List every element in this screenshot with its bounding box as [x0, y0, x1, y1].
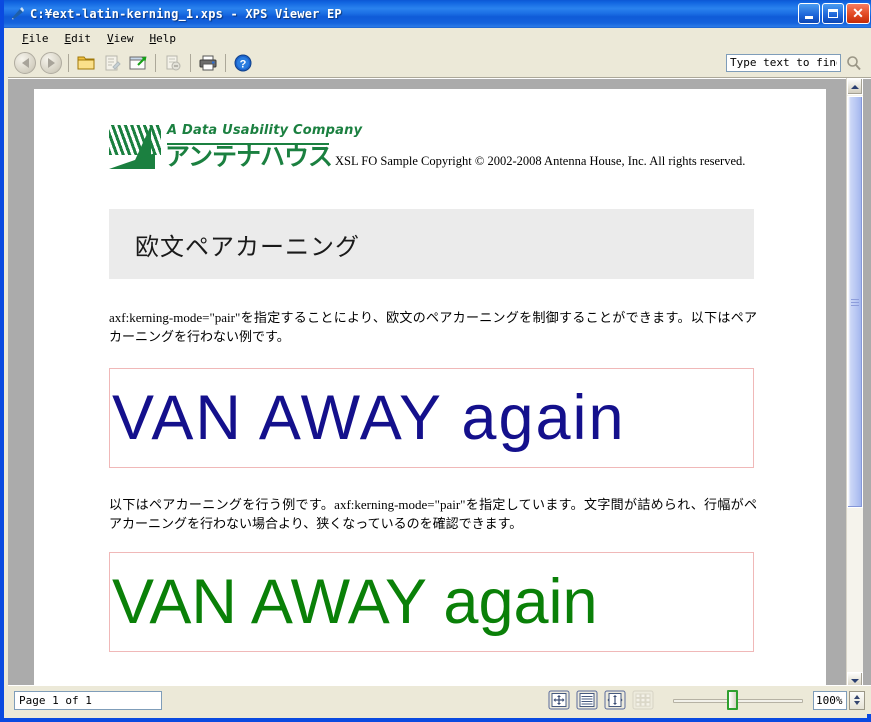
folder-icon	[77, 56, 95, 70]
paragraph-2: 以下はペアカーニングを行う例です。axf:kerning-mode="pair"…	[109, 497, 757, 531]
zoom-level-field[interactable]	[813, 690, 847, 710]
print-button[interactable]	[196, 52, 220, 75]
caret-up-icon	[851, 84, 859, 89]
status-bar	[8, 685, 871, 714]
maximize-icon	[828, 9, 838, 18]
logo-tagline: A Data Usability Company	[167, 123, 363, 138]
scroll-thumb-grip-icon	[851, 298, 859, 306]
fit-height-icon	[604, 690, 626, 710]
toolbar-separator	[68, 54, 69, 72]
printer-icon	[199, 55, 217, 71]
menu-file[interactable]: File	[14, 30, 57, 47]
section-title-band: 欧文ペアカーニング	[109, 209, 754, 279]
open-button[interactable]	[74, 52, 98, 75]
antenna-house-logo: A Data Usability Company アンテナハウス	[109, 123, 362, 171]
arrow-right-icon	[40, 52, 62, 74]
tool-bar: ?	[8, 49, 871, 78]
document-pen-icon	[10, 6, 26, 22]
xps-viewer-window: C:¥ext-latin-kerning_1.xps - XPS Viewer …	[0, 0, 871, 722]
document-viewport[interactable]: A Data Usability Company アンテナハウス XSL FO …	[8, 78, 871, 689]
forward-button[interactable]	[39, 52, 63, 75]
paragraph-1: axf:kerning-mode="pair"を指定することにより、欧文のペアカ…	[109, 310, 757, 344]
search-area	[726, 52, 865, 73]
spinner-down-icon[interactable]	[854, 701, 860, 706]
close-button[interactable]: ✕	[846, 3, 870, 24]
window-arrow-icon	[129, 56, 146, 70]
digital-signature-button[interactable]	[126, 52, 150, 75]
close-icon: ✕	[852, 5, 864, 21]
thumbnail-view-button[interactable]	[631, 689, 655, 711]
status-bar-controls	[547, 689, 865, 711]
page-properties-button[interactable]	[161, 52, 185, 75]
sample-box-no-kerning: VAN AWAY again	[109, 368, 754, 468]
window-frame: C:¥ext-latin-kerning_1.xps - XPS Viewer …	[0, 0, 871, 722]
window-title: C:¥ext-latin-kerning_1.xps - XPS Viewer …	[30, 7, 342, 21]
fit-height-button[interactable]	[603, 689, 627, 711]
document-page: A Data Usability Company アンテナハウス XSL FO …	[34, 89, 826, 689]
title-bar: C:¥ext-latin-kerning_1.xps - XPS Viewer …	[4, 0, 871, 28]
document-minus-icon	[166, 55, 181, 71]
sample-text-no-kerning: VAN AWAY again	[112, 383, 626, 453]
toolbar-separator	[225, 54, 226, 72]
search-input[interactable]	[726, 53, 841, 72]
menu-view[interactable]: View	[99, 30, 142, 47]
fit-width-icon	[576, 690, 598, 710]
sample-text-pair-kerning: VAN AWAY again	[112, 567, 598, 637]
zoom-slider-thumb[interactable]	[726, 690, 738, 710]
minimize-icon	[805, 15, 813, 19]
logo-company-name-jp: アンテナハウス	[165, 142, 333, 171]
maximize-button[interactable]	[822, 3, 844, 24]
copyright-text: XSL FO Sample Copyright © 2002-2008 Ante…	[335, 154, 746, 168]
question-circle-icon: ?	[234, 54, 252, 72]
caret-down-icon	[851, 678, 859, 683]
document-signature-icon	[105, 55, 121, 71]
fit-page-icon	[548, 690, 570, 710]
find-button[interactable]	[843, 52, 865, 73]
caption-buttons: ✕	[798, 3, 870, 24]
spinner-up-icon[interactable]	[854, 694, 860, 699]
toolbar-separator	[155, 54, 156, 72]
sample-box-pair-kerning: VAN AWAY again	[109, 552, 754, 652]
page-number-field[interactable]	[14, 690, 162, 710]
toolbar-separator	[190, 54, 191, 72]
section-title: 欧文ペアカーニング	[135, 232, 360, 261]
fit-page-button[interactable]	[547, 689, 571, 711]
scroll-up-button[interactable]	[847, 78, 863, 95]
back-button[interactable]	[13, 52, 37, 75]
magnifier-icon	[847, 55, 861, 70]
document-header: A Data Usability Company アンテナハウス XSL FO …	[109, 123, 754, 171]
fit-width-button[interactable]	[575, 689, 599, 711]
help-button[interactable]: ?	[231, 52, 255, 75]
zoom-slider[interactable]	[673, 689, 803, 711]
menu-edit[interactable]: Edit	[57, 30, 100, 47]
svg-text:?: ?	[240, 59, 247, 71]
zoom-slider-track[interactable]	[673, 699, 803, 703]
grid-thumbnails-icon	[632, 690, 654, 710]
zoom-spinner[interactable]	[849, 690, 865, 710]
permissions-button[interactable]	[100, 52, 124, 75]
menu-bar: File Edit View Help	[8, 28, 871, 49]
vertical-scroll-thumb[interactable]	[847, 96, 863, 508]
arrow-left-icon	[14, 52, 36, 74]
minimize-button[interactable]	[798, 3, 820, 24]
vertical-scrollbar[interactable]	[846, 78, 863, 689]
menu-help[interactable]: Help	[142, 30, 185, 47]
